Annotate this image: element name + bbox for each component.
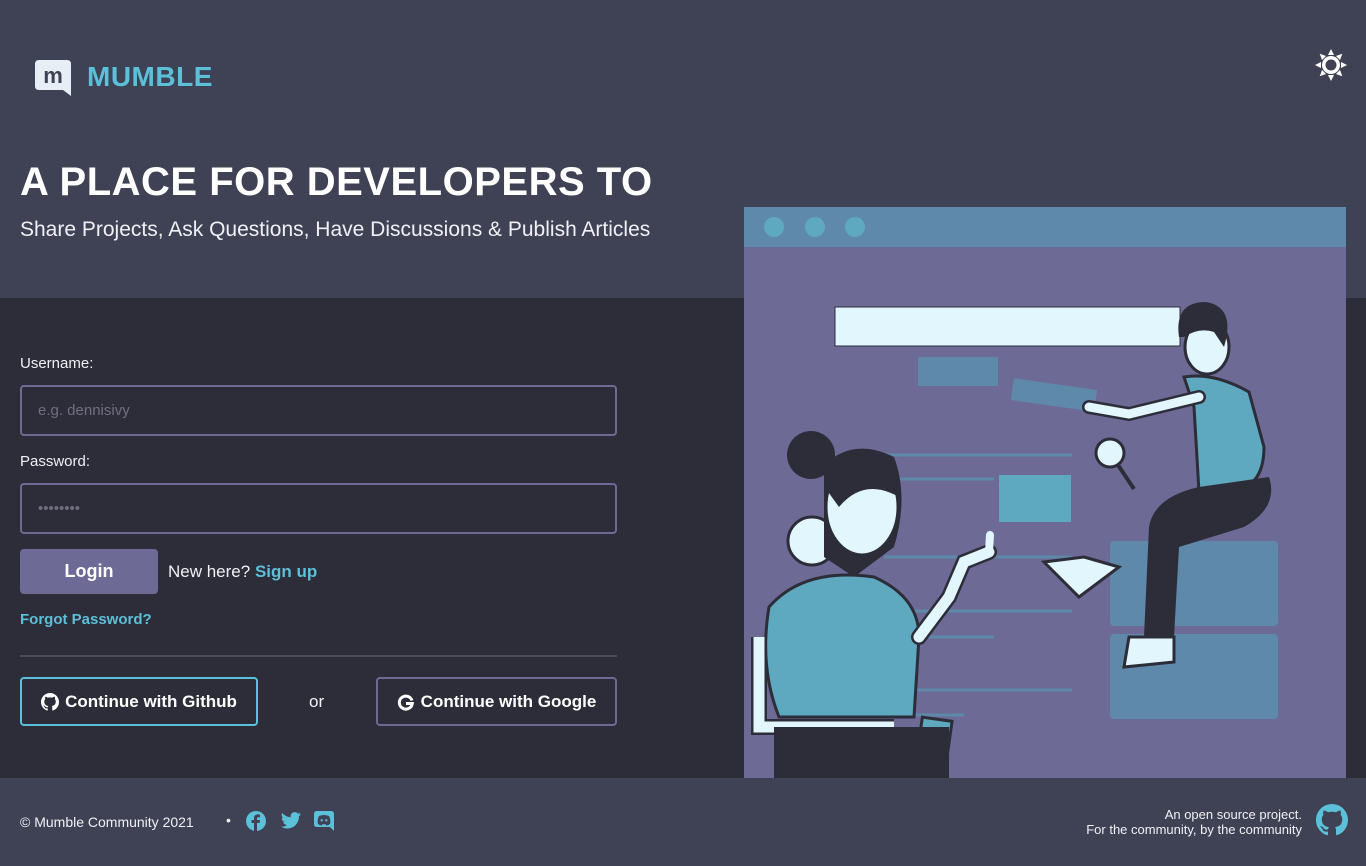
open-source-text: An open source project. For the communit… bbox=[1086, 807, 1302, 837]
copyright-text: © Mumble Community 2021 bbox=[20, 814, 194, 830]
google-button-label: Continue with Google bbox=[420, 691, 597, 711]
google-icon bbox=[397, 694, 414, 711]
mumble-logo-icon: m bbox=[35, 60, 71, 96]
or-separator: or bbox=[309, 692, 325, 711]
new-here-text: New here? bbox=[168, 562, 251, 581]
username-label: Username: bbox=[20, 355, 94, 372]
signup-prompt: New here? Sign up bbox=[168, 562, 317, 582]
footer-separator: • bbox=[226, 812, 231, 828]
github-icon bbox=[41, 692, 60, 711]
twitter-icon[interactable] bbox=[280, 810, 302, 832]
facebook-icon[interactable] bbox=[245, 810, 267, 832]
github-button-label: Continue with Github bbox=[65, 691, 237, 711]
google-login-button[interactable]: Continue with Google bbox=[376, 677, 617, 726]
svg-text:m: m bbox=[43, 63, 63, 88]
github-footer-icon[interactable] bbox=[1316, 804, 1348, 836]
password-label: Password: bbox=[20, 453, 91, 470]
login-button[interactable]: Login bbox=[20, 549, 158, 594]
theme-toggle-sun-icon[interactable] bbox=[1314, 48, 1348, 82]
discord-icon[interactable] bbox=[313, 810, 335, 832]
hero-title: A PLACE FOR DEVELOPERS TO bbox=[20, 160, 653, 204]
divider bbox=[20, 655, 617, 657]
username-input[interactable] bbox=[20, 385, 617, 436]
brand-logo[interactable]: m MUMBLE bbox=[33, 56, 213, 98]
github-login-button[interactable]: Continue with Github bbox=[20, 677, 258, 726]
developers-illustration bbox=[744, 207, 1346, 778]
password-input[interactable] bbox=[20, 483, 617, 534]
signup-link[interactable]: Sign up bbox=[255, 562, 317, 581]
hero-subtitle: Share Projects, Ask Questions, Have Disc… bbox=[20, 218, 651, 241]
brand-name: MUMBLE bbox=[87, 61, 213, 92]
forgot-password-link[interactable]: Forgot Password? bbox=[20, 611, 152, 628]
oss-line-2: For the community, by the community bbox=[1086, 822, 1302, 837]
oss-line-1: An open source project. bbox=[1164, 807, 1302, 822]
